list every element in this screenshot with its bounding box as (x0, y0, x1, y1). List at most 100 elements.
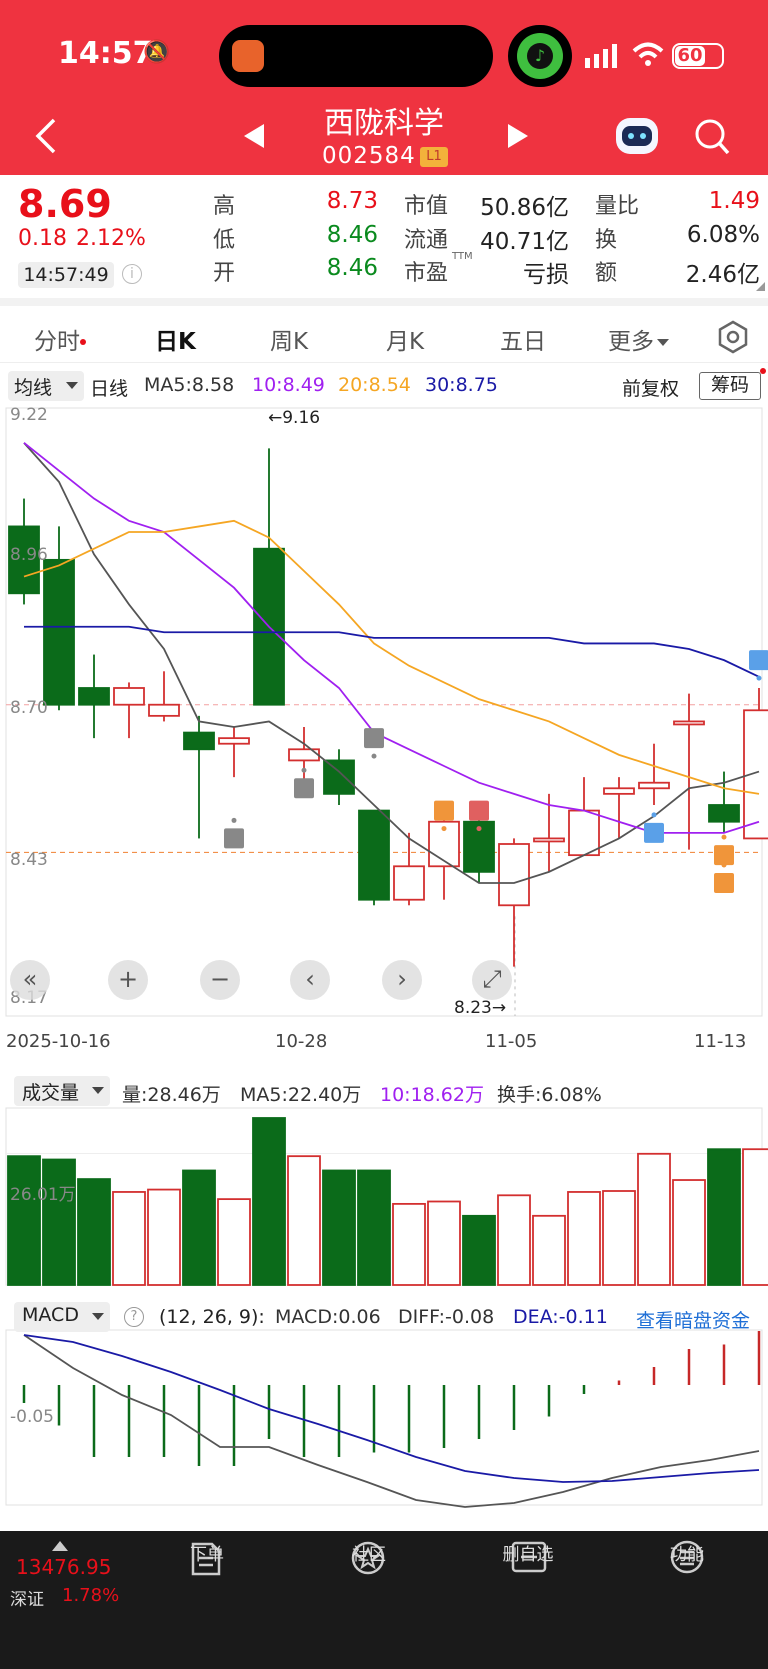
plus-icon[interactable]: + (108, 960, 148, 1000)
ma30-value: 30:8.75 (425, 374, 498, 396)
volume-bar (217, 1198, 251, 1286)
quote-field-label: 市盈 (404, 261, 449, 286)
volume-value: 量:28.46万 (122, 1084, 221, 1106)
volume-selector[interactable]: 成交量 (14, 1076, 110, 1106)
zoom-out-icon[interactable]: « (10, 960, 50, 1000)
volume-ma10: 10:18.62万 (380, 1084, 484, 1106)
high-label: ←9.16 (268, 408, 321, 428)
bottom-tab-3[interactable]: 功能 (647, 1540, 727, 1565)
prev-stock-icon[interactable] (244, 124, 266, 152)
index-value[interactable]: 13476.95 (16, 1555, 111, 1579)
macd-selector[interactable]: MACD (14, 1302, 110, 1332)
signal-dot (721, 834, 727, 840)
tab-2[interactable]: 周K (270, 322, 308, 356)
volume-bar (742, 1148, 768, 1286)
chevron-right-icon[interactable]: › (382, 960, 422, 1000)
ttm-superscript: TTM (452, 251, 473, 262)
volume-bar (637, 1152, 671, 1286)
candle-body (393, 865, 425, 901)
index-name: 深证 (10, 1590, 44, 1610)
quote-field-label: 市值 (404, 194, 449, 219)
candle-body (708, 804, 740, 823)
chips-button[interactable]: 筹码 (699, 372, 761, 400)
tab-4[interactable]: 五日 (500, 322, 546, 356)
chevron-left-icon[interactable]: ‹ (290, 960, 330, 1000)
candle-body (638, 781, 670, 790)
quote-field-value: 50.86亿 (480, 195, 569, 221)
stock-title: 西陇科学 (324, 106, 444, 141)
dark-pool-link[interactable]: 查看暗盘资金 (636, 1306, 750, 1333)
candle-body (498, 843, 530, 907)
volume-bar (357, 1169, 391, 1286)
candle-body (323, 759, 355, 795)
quote-field-label: 额 (595, 261, 618, 286)
volume-selector-label: 成交量 (22, 1082, 80, 1104)
quote-field-label: 换 (595, 228, 618, 253)
macd-selector-label: MACD (22, 1304, 79, 1326)
minus-icon[interactable]: − (200, 960, 240, 1000)
price-frame (5, 407, 763, 1017)
tab-1[interactable]: 日K (155, 322, 196, 356)
macd-params: (12, 26, 9): (159, 1306, 265, 1328)
volume-ma5: MA5:22.40万 (240, 1084, 362, 1106)
signal-dot (721, 862, 727, 868)
battery-level: 60 (675, 46, 705, 66)
battery-icon: 60 (672, 43, 724, 69)
macd-y-tick: -0.05 (10, 1407, 54, 1427)
volume-bar (287, 1155, 321, 1286)
quote-time: 14:57:49 (18, 262, 114, 288)
signal-dot (301, 767, 307, 773)
candle-body (603, 787, 635, 795)
quote-field-value: 40.71亿 (480, 229, 569, 255)
volume-bar (672, 1179, 706, 1286)
tab-0[interactable]: 分时 (34, 322, 80, 356)
volume-bar (392, 1202, 426, 1286)
help-icon[interactable]: ? (124, 1307, 144, 1327)
quote-field-value: 亏损 (523, 262, 569, 288)
price-y-tick: 8.96 (10, 545, 48, 565)
candle-body (148, 703, 180, 717)
volume-bar (532, 1214, 566, 1286)
signal-marker (294, 778, 314, 799)
mute-icon: 🔕 (143, 40, 171, 65)
info-icon[interactable]: i (122, 264, 142, 284)
back-icon[interactable] (34, 118, 58, 158)
fullscreen-icon[interactable]: ⤢ (472, 960, 512, 1000)
volume-bar (567, 1191, 601, 1286)
signal-icon (585, 44, 621, 68)
search-icon[interactable] (694, 118, 730, 160)
signal-marker (469, 800, 489, 821)
bottom-tab-1[interactable]: 社区 (329, 1540, 409, 1565)
signal-marker (434, 800, 454, 821)
next-stock-icon[interactable] (506, 124, 528, 152)
price-y-tick: 9.22 (10, 405, 48, 425)
robot-icon[interactable] (616, 118, 658, 154)
current-price: 8.69 (18, 182, 112, 226)
bottom-tab-2[interactable]: 删自选 (488, 1540, 568, 1565)
kline-chart[interactable] (0, 400, 768, 1520)
signal-dot (231, 817, 237, 823)
date-x-label: 11-05 (485, 1031, 538, 1052)
bottom-tab-0[interactable]: 下单 (167, 1540, 247, 1565)
candle-body (183, 731, 215, 751)
adjust-label[interactable]: 前复权 (622, 374, 679, 401)
signal-dot (651, 812, 657, 818)
app-icon (232, 40, 264, 72)
ma5-value: MA5:8.58 (144, 374, 235, 396)
candle-body (673, 720, 705, 726)
quote-field-value: 8.46 (326, 222, 378, 248)
tab-3[interactable]: 月K (386, 322, 424, 356)
signal-marker (644, 822, 664, 843)
quote-field-label: 量比 (595, 194, 640, 219)
settings-icon[interactable] (716, 320, 750, 358)
signal-dot (371, 753, 377, 759)
quote-field-value: 2.46亿 (685, 262, 760, 288)
volume-bar (7, 1155, 41, 1286)
volume-bar (147, 1188, 181, 1286)
ma-selector[interactable]: 均线 (8, 371, 84, 401)
candle-body (78, 687, 110, 706)
index-pct: 1.78% (62, 1585, 120, 1606)
divider (0, 298, 768, 306)
tab-5[interactable]: 更多 (608, 322, 654, 356)
more-caret-icon (657, 332, 669, 346)
